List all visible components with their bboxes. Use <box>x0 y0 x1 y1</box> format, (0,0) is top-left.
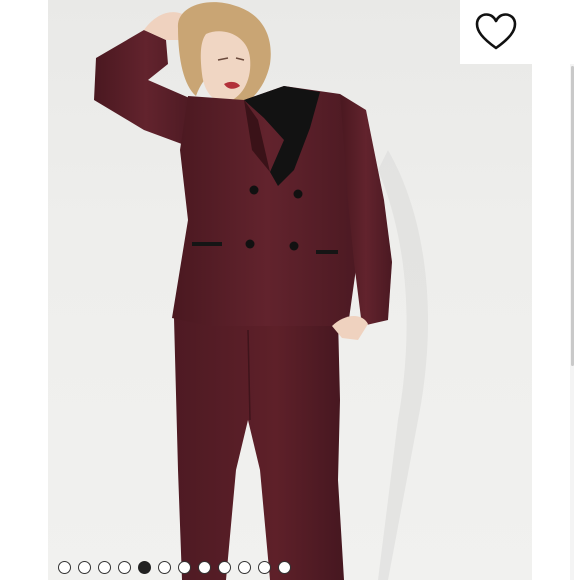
slide-dot-12[interactable] <box>278 560 291 574</box>
slide-indicator <box>58 558 291 576</box>
slide-dot-7[interactable] <box>178 560 191 574</box>
slide-dot-1[interactable] <box>58 560 71 574</box>
slide-dot-4[interactable] <box>118 560 131 574</box>
slide-dot-10[interactable] <box>238 560 251 574</box>
slide-dot-11[interactable] <box>258 560 271 574</box>
slide-dot-2[interactable] <box>78 560 91 574</box>
model-illustration <box>94 2 428 580</box>
slide-dot-5[interactable] <box>138 560 151 574</box>
heart-outline-icon <box>475 13 517 50</box>
product-photo[interactable] <box>48 0 532 580</box>
scrollbar-thumb[interactable] <box>571 66 574 366</box>
product-gallery <box>0 0 580 580</box>
slide-dot-9[interactable] <box>218 560 231 574</box>
slide-dot-3[interactable] <box>98 560 111 574</box>
slide-dot-8[interactable] <box>198 560 211 574</box>
slide-dot-6[interactable] <box>158 560 171 574</box>
favorite-button[interactable] <box>460 0 532 64</box>
